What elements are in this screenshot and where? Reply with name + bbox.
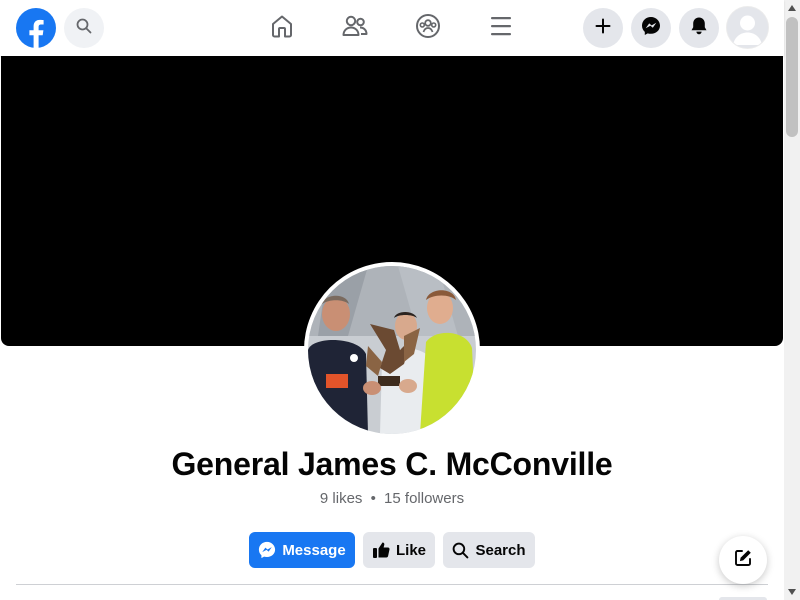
create-button[interactable] <box>583 8 623 48</box>
notifications-button[interactable] <box>679 8 719 48</box>
page-actions: Message Like Search <box>0 532 784 568</box>
like-button-label: Like <box>395 541 426 559</box>
account-avatar[interactable] <box>727 7 768 48</box>
facebook-logo-icon[interactable] <box>16 8 56 48</box>
nav-tab-groups[interactable] <box>410 10 446 46</box>
profile-photo-image <box>308 266 476 434</box>
messenger-icon <box>258 541 276 559</box>
thumbs-up-icon <box>372 541 390 559</box>
search-button-label: Search <box>475 541 526 559</box>
bell-icon <box>689 16 709 41</box>
avatar-icon <box>727 7 768 48</box>
like-button[interactable]: Like <box>363 532 435 568</box>
home-icon <box>269 13 295 44</box>
page-stats: 9 likes • 15 followers <box>0 490 784 507</box>
profile-picture[interactable] <box>304 262 480 438</box>
messenger-icon <box>641 16 661 41</box>
scrollbar-thumb[interactable] <box>786 17 798 137</box>
nav-tab-home[interactable] <box>264 10 300 46</box>
nav-tab-menu[interactable] <box>483 10 519 46</box>
followers-count[interactable]: 15 followers <box>384 490 464 507</box>
message-button-label: Message <box>282 541 346 559</box>
new-message-button[interactable] <box>719 536 767 584</box>
section-divider <box>16 584 768 585</box>
plus-icon <box>595 18 611 39</box>
groups-icon <box>415 13 441 44</box>
search-icon <box>76 18 92 39</box>
messenger-button[interactable] <box>631 8 671 48</box>
page-title: General James C. McConville <box>171 446 613 482</box>
scroll-up-arrow-icon[interactable] <box>784 0 800 16</box>
scroll-down-arrow-icon[interactable] <box>784 584 800 600</box>
vertical-scrollbar[interactable] <box>784 0 800 600</box>
nav-tab-friends[interactable] <box>337 10 373 46</box>
search-icon <box>452 542 469 559</box>
friends-icon <box>341 13 369 44</box>
menu-icon <box>489 15 513 42</box>
top-navigation-bar <box>0 0 784 56</box>
search-button[interactable] <box>64 8 104 48</box>
likes-count[interactable]: 9 likes <box>320 490 363 507</box>
compose-icon <box>733 548 753 573</box>
message-button[interactable]: Message <box>249 532 355 568</box>
page-search-button[interactable]: Search <box>443 532 535 568</box>
stats-separator: • <box>370 490 376 507</box>
